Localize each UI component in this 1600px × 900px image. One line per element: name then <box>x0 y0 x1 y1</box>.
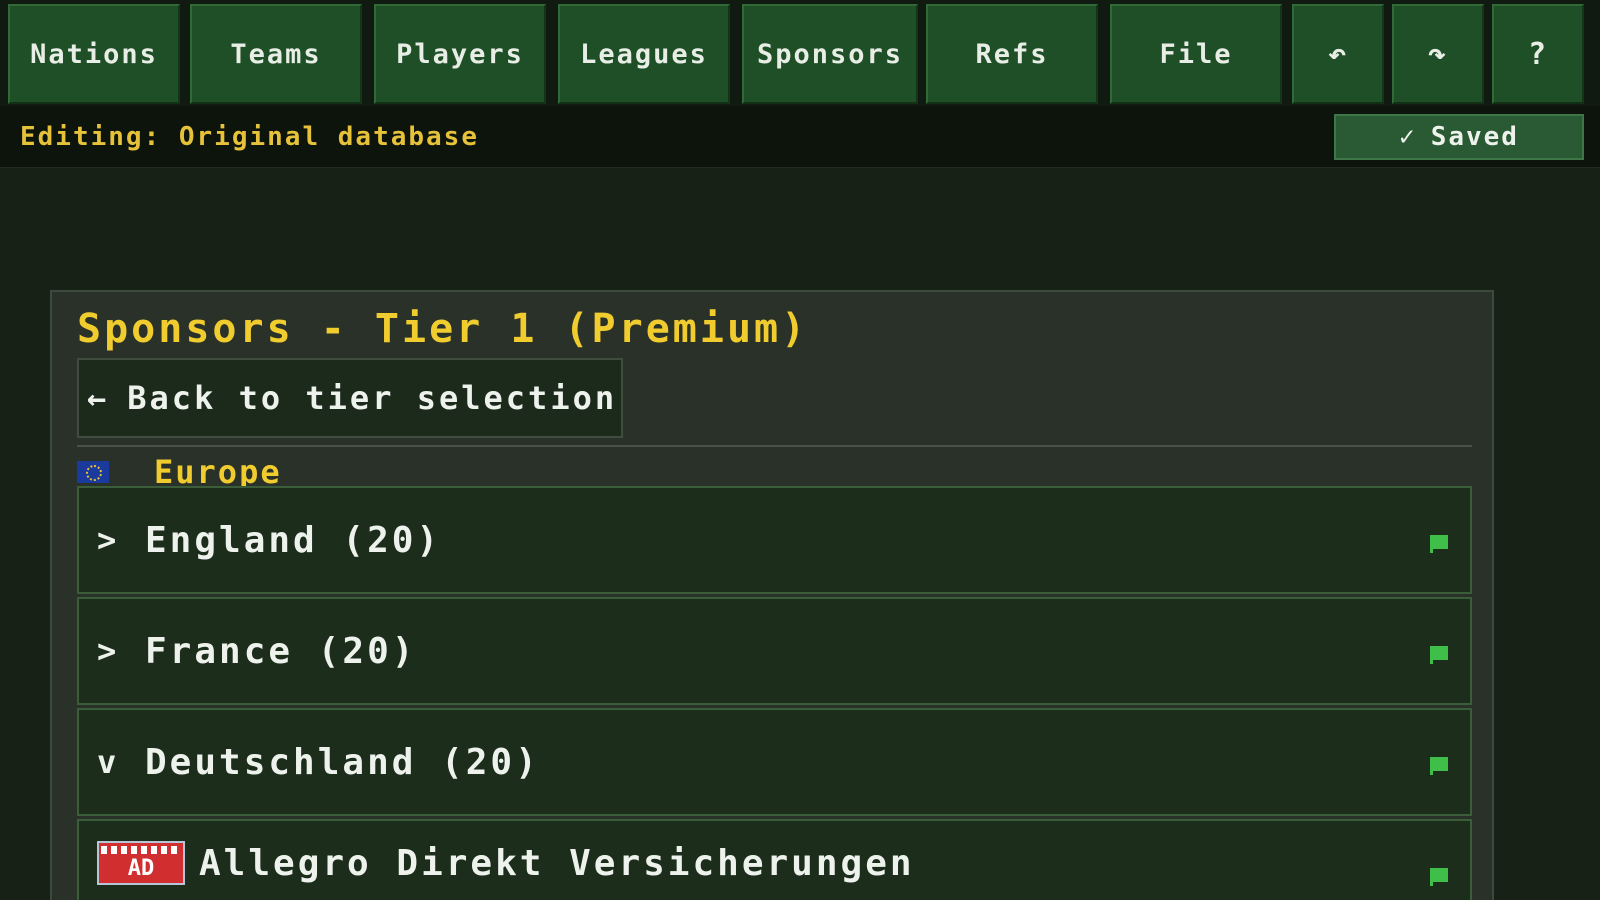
nav-teams-label: Teams <box>230 38 322 70</box>
back-label: Back to tier selection <box>127 379 618 417</box>
nav-nations-label: Nations <box>30 38 158 70</box>
check-icon: ✓ <box>1399 122 1417 152</box>
help-button[interactable]: ? <box>1492 4 1584 104</box>
country-label: England (20) <box>145 519 442 561</box>
country-label: Deutschland (20) <box>145 741 540 783</box>
sponsors-panel: Sponsors - Tier 1 (Premium) ← Back to ti… <box>50 290 1494 900</box>
nav-file-label: File <box>1159 38 1233 70</box>
back-to-tier-selection-button[interactable]: ← Back to tier selection <box>77 358 623 438</box>
saved-button[interactable]: ✓ Saved <box>1334 114 1584 160</box>
nav-nations-button[interactable]: Nations <box>8 4 180 104</box>
country-row-france[interactable]: > France (20) <box>77 597 1472 705</box>
nav-leagues-label: Leagues <box>580 38 708 70</box>
nav-sponsors-button[interactable]: Sponsors <box>742 4 918 104</box>
undo-icon: ↶ <box>1327 36 1349 72</box>
sponsor-row[interactable]: AD Allegro Direkt Versicherungen <box>77 819 1472 900</box>
divider <box>77 445 1472 447</box>
green-flag-icon <box>1430 646 1448 664</box>
sponsor-badge-icon: AD <box>97 841 185 885</box>
sponsor-badge-text: AD <box>127 856 155 881</box>
country-row-england[interactable]: > England (20) <box>77 486 1472 594</box>
sponsor-name: Allegro Direkt Versicherungen <box>199 843 915 884</box>
chevron-right-icon: > <box>97 521 117 559</box>
status-bar: Editing: Original database ✓ Saved <box>0 106 1600 168</box>
nav-players-label: Players <box>396 38 524 70</box>
nav-leagues-button[interactable]: Leagues <box>558 4 730 104</box>
top-nav: Nations Teams Players Leagues Sponsors R… <box>0 0 1600 106</box>
redo-button[interactable]: ↷ <box>1392 4 1484 104</box>
undo-button[interactable]: ↶ <box>1292 4 1384 104</box>
redo-icon: ↷ <box>1427 36 1449 72</box>
green-flag-icon <box>1430 868 1448 886</box>
country-label: France (20) <box>145 630 417 672</box>
chevron-right-icon: > <box>97 632 117 670</box>
editing-status-text: Editing: Original database <box>20 122 479 152</box>
nav-file-button[interactable]: File <box>1110 4 1282 104</box>
nav-players-button[interactable]: Players <box>374 4 546 104</box>
green-flag-icon <box>1430 535 1448 553</box>
saved-label: Saved <box>1430 122 1519 152</box>
chevron-down-icon: v <box>97 743 117 781</box>
page-title: Sponsors - Tier 1 (Premium) <box>77 306 809 352</box>
nav-refs-button[interactable]: Refs <box>926 4 1098 104</box>
eu-flag-icon <box>77 461 109 483</box>
nav-refs-label: Refs <box>975 38 1049 70</box>
help-icon: ? <box>1527 36 1549 72</box>
nav-sponsors-label: Sponsors <box>756 38 904 70</box>
nav-teams-button[interactable]: Teams <box>190 4 362 104</box>
country-row-deutschland[interactable]: v Deutschland (20) <box>77 708 1472 816</box>
green-flag-icon <box>1430 757 1448 775</box>
back-arrow-icon: ← <box>87 379 110 417</box>
